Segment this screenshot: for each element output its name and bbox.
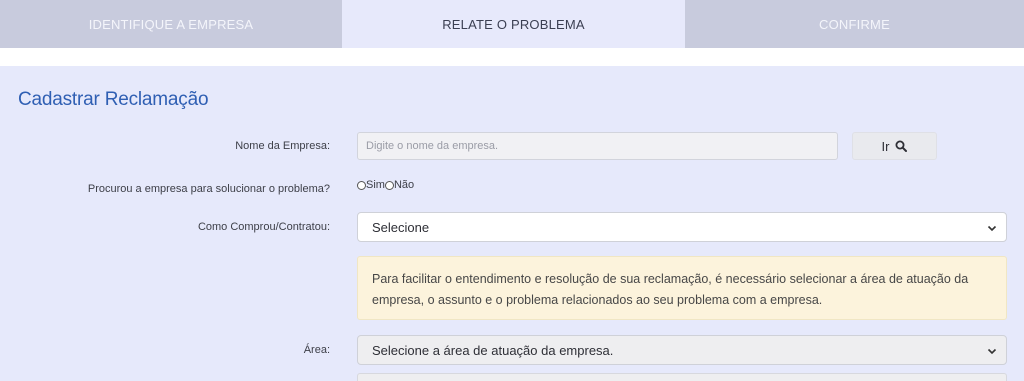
step-label: CONFIRME xyxy=(819,16,890,32)
area-select[interactable]: Selecione a área de atuação da empresa. xyxy=(357,335,1007,365)
procurou-radio-group: Sim Não xyxy=(357,179,414,191)
page-title: Cadastrar Reclamação xyxy=(18,89,209,110)
radio-nao-label: Não xyxy=(393,179,415,191)
procurou-label: Procurou a empresa para solucionar o pro… xyxy=(87,183,330,195)
search-icon xyxy=(895,140,908,152)
step-label: RELATE O PROBLEMA xyxy=(442,16,585,32)
chevron-down-icon xyxy=(987,348,997,355)
radio-sim-label: Sim xyxy=(366,179,385,191)
step-confirme[interactable]: CONFIRME xyxy=(685,0,1024,48)
area-value: Selecione a área de atuação da empresa. xyxy=(372,342,614,358)
radio-sim[interactable] xyxy=(357,180,366,190)
radio-nao[interactable] xyxy=(384,180,394,190)
area-label: Área: xyxy=(303,344,330,356)
step-progress-bar: IDENTIFIQUE A EMPRESA RELATE O PROBLEMA … xyxy=(0,0,1024,54)
ir-search-button[interactable]: Ir xyxy=(852,132,937,160)
next-field-partial[interactable] xyxy=(357,373,1007,381)
como-comprou-value: Selecione xyxy=(372,219,430,235)
info-notice: Para facilitar o entendimento e resoluçã… xyxy=(357,256,1007,320)
step-relate-problema[interactable]: RELATE O PROBLEMA xyxy=(342,0,685,54)
empresa-label: Nome da Empresa: xyxy=(235,140,330,152)
stepper-divider xyxy=(0,48,1024,66)
como-comprou-select[interactable]: Selecione xyxy=(357,212,1007,242)
ir-button-label: Ir xyxy=(881,138,890,154)
empresa-input[interactable] xyxy=(357,132,838,160)
step-label: IDENTIFIQUE A EMPRESA xyxy=(88,16,254,32)
step-identifique-empresa[interactable]: IDENTIFIQUE A EMPRESA xyxy=(0,0,342,48)
chevron-down-icon xyxy=(987,225,997,232)
como-comprou-label: Como Comprou/Contratou: xyxy=(197,221,330,233)
